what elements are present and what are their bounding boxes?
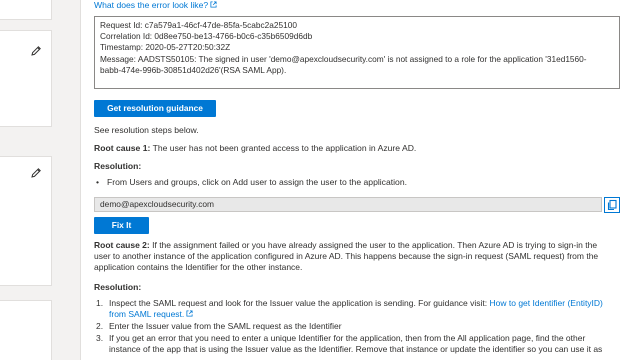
card-attributes (0, 156, 52, 286)
root-cause-2-line: If the assignment failed or you have alr… (149, 240, 598, 250)
bullet-icon: • (96, 177, 100, 187)
root-cause-1-label: Root cause 1: (94, 143, 151, 153)
step-text: Enter the Issuer value from the SAML req… (109, 321, 342, 331)
copy-icon[interactable] (604, 197, 620, 213)
resolution-2-step-1: 1. Inspect the SAML request and look for… (96, 298, 621, 320)
card-top (0, 0, 52, 20)
get-resolution-guidance-button[interactable]: Get resolution guidance (94, 100, 216, 117)
error-help-link[interactable]: What does the error look like? (94, 0, 217, 11)
root-cause-2-label: Root cause 2: (94, 240, 150, 250)
root-cause-2-line: application contains the Identifier for … (94, 262, 303, 273)
external-link-icon (186, 310, 193, 317)
resolution-2-heading: Resolution: (94, 282, 142, 292)
edit-pencil-icon[interactable] (30, 167, 42, 179)
error-line: Request Id: c7a579a1-46cf-47de-85fa-5cab… (100, 20, 297, 30)
error-line: babb-474e-996b-30851d402d26'(RSA SAML Ap… (100, 64, 287, 75)
root-cause-2: Root cause 2: If the assignment failed o… (94, 240, 622, 274)
error-line: Timestamp: 2020-05-27T20:50:32Z (100, 42, 231, 53)
error-line: Message: AADSTS50105: The signed in user… (100, 53, 587, 64)
root-cause-1: Root cause 1: The user has not been gran… (94, 143, 416, 154)
card-bottom (0, 300, 52, 360)
step-number: 1. (96, 298, 104, 308)
step-text: If you get an error that you need to ent… (109, 333, 586, 343)
steps-intro: See resolution steps below. (94, 125, 199, 135)
saml-identifier-link[interactable]: How to get Identifier (EntityID) (490, 298, 603, 308)
troubleshoot-panel: What does the error look like? Request I… (80, 0, 640, 360)
root-cause-2-line: user to another instance of the applicat… (94, 251, 599, 262)
resolution-1-heading: Resolution: (94, 161, 142, 171)
external-link-icon (210, 1, 217, 8)
edit-pencil-icon[interactable] (30, 45, 42, 57)
saml-identifier-link[interactable]: from SAML request. (109, 309, 184, 319)
resolution-2-step-3: 3. If you get an error that you need to … (96, 333, 621, 355)
resolution-2-step-2: 2. Enter the Issuer value from the SAML … (96, 321, 621, 332)
left-card-column (0, 0, 80, 360)
error-details-box[interactable]: Request Id: c7a579a1-46cf-47de-85fa-5cab… (94, 16, 620, 89)
step-number: 3. (96, 333, 104, 343)
step-number: 2. (96, 321, 104, 331)
fix-it-button[interactable]: Fix It (94, 217, 149, 234)
root-cause-1-text: The user has not been granted access to … (150, 143, 417, 153)
error-line: Correlation Id: 0d8ee750-be13-4766-b0c6-… (100, 31, 313, 42)
error-help-link-label[interactable]: What does the error look like? (94, 0, 208, 10)
user-email-field[interactable]: demo@apexcloudsecurity.com (94, 197, 602, 212)
step-text: instance of the app that is using the Is… (109, 344, 603, 355)
card-basic-settings (0, 30, 52, 127)
step-text: Inspect the SAML request and look for th… (109, 298, 490, 308)
resolution-1-step: From Users and groups, click on Add user… (107, 177, 407, 187)
